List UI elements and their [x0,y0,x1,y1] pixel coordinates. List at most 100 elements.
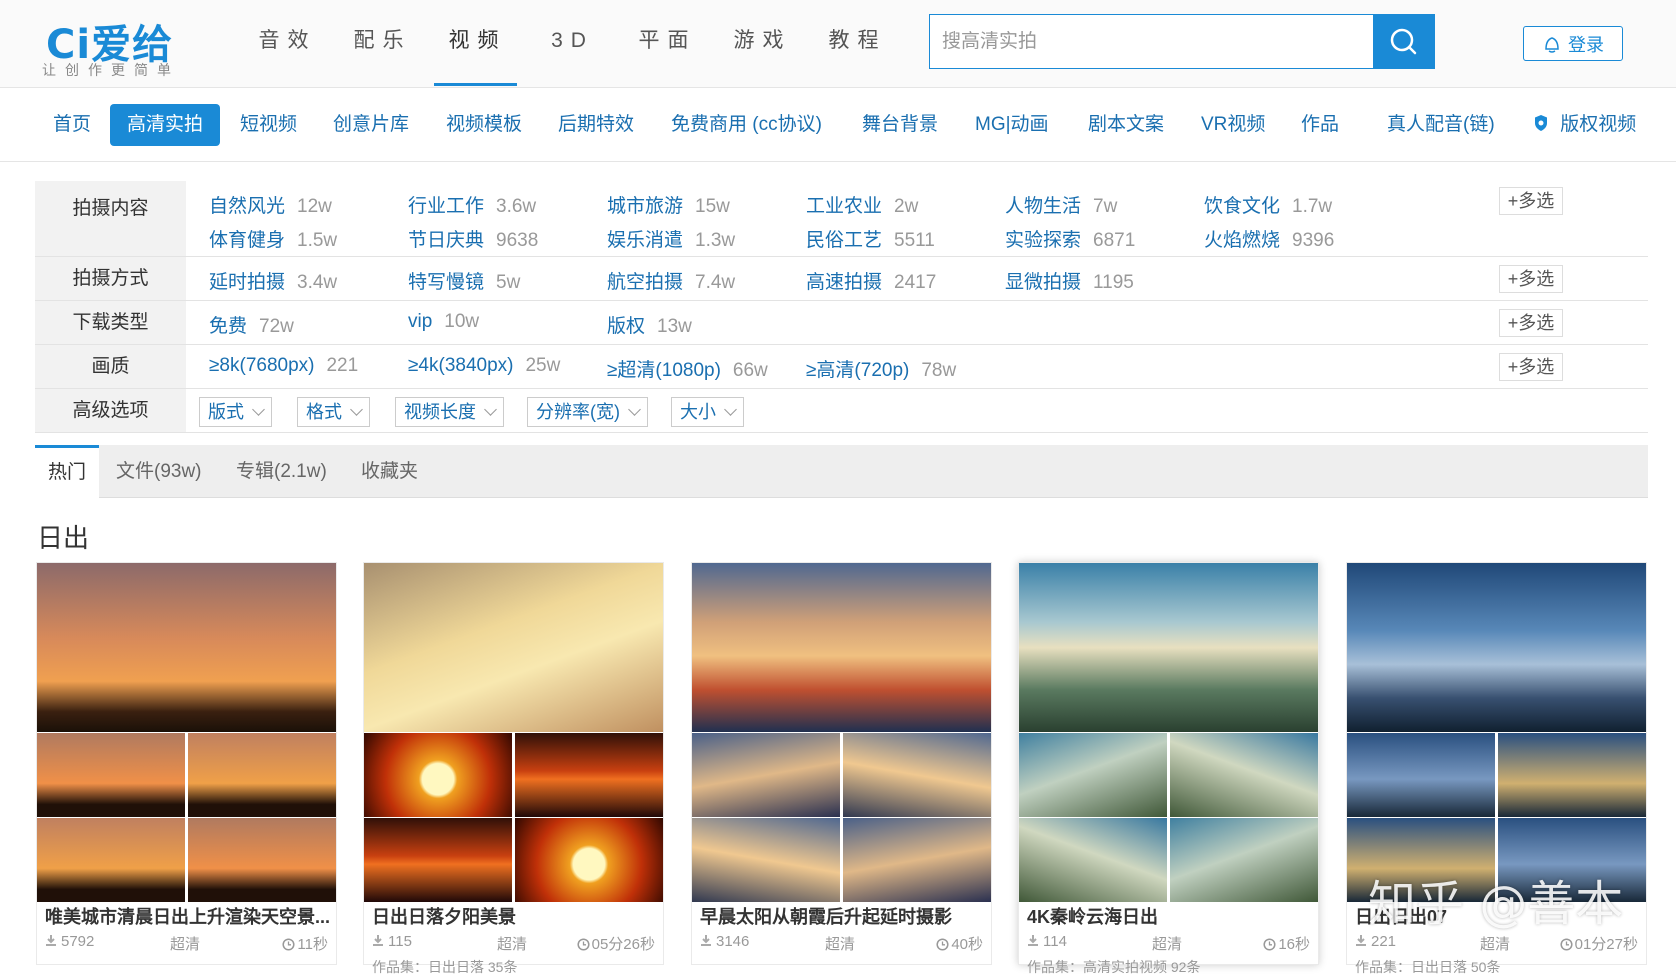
cat-hd-footage[interactable]: 高清实拍 [110,104,221,146]
top-nav-music[interactable]: 配乐 [335,0,430,88]
video-frame [364,818,512,902]
top-nav-sound[interactable]: 音效 [240,0,335,88]
video-meta: 221 超清 01分27秒 [1355,933,1640,953]
video-card[interactable]: 4K秦岭云海日出 114 超清 16秒 作品集：高清实拍视频 92条 [1018,562,1319,975]
filter-option[interactable]: vip 10w [408,311,479,333]
tab-hot[interactable]: 热门 [35,445,99,499]
cat-copyright-video[interactable]: 版权视频 [1516,104,1653,146]
chevron-down-icon [252,403,265,416]
cat-template[interactable]: 视频模板 [429,104,539,146]
cat-home[interactable]: 首页 [36,104,108,146]
video-frame [515,818,663,902]
video-thumbnail[interactable] [692,563,991,732]
cat-stage-bg[interactable]: 舞台背景 [845,104,955,146]
cat-free-commercial[interactable]: 免费商用 (cc协议) [654,104,839,146]
filter-option[interactable]: 饮食文化 1.7w [1204,191,1332,218]
filter-option[interactable]: 延时拍摄 3.4w [209,267,337,294]
cat-script[interactable]: 剧本文案 [1071,104,1181,146]
filter-option[interactable]: 免费 72w [209,311,294,338]
clock-icon [936,938,949,951]
filter-label-download: 下载类型 [35,301,186,344]
filter-option[interactable]: 民俗工艺 5511 [806,225,935,252]
video-thumbnail[interactable] [1019,563,1318,732]
filter-option[interactable]: 实验探索 6871 [1005,225,1135,252]
top-nav-game[interactable]: 游戏 [715,0,810,88]
site-logo[interactable]: Ci爱给 让创作更简单 [42,8,192,80]
dropdown-layout[interactable]: 版式 [199,397,272,427]
filter-option[interactable]: 火焰燃烧 9396 [1204,225,1334,252]
filter-row-download: 下载类型 免费 72w vip 10w 版权 13w +多选 [35,301,1648,345]
filter-option[interactable]: 工业农业 2w [806,191,918,218]
filter-option[interactable]: ≥4k(3840px) 25w [408,355,560,377]
filter-option[interactable]: 节日庆典 9638 [408,225,538,252]
album-info[interactable]: 作品集：日出日落 35条 [372,957,517,977]
search-button[interactable] [1373,14,1435,69]
video-thumbnail[interactable] [37,563,336,732]
search-input[interactable] [929,14,1374,69]
cat-short-video[interactable]: 短视频 [223,104,314,146]
album-info[interactable]: 作品集：日出日落 50条 [1355,957,1500,977]
video-title[interactable]: 唯美城市清晨日出上升渲染天空景... [45,903,330,929]
video-card[interactable]: 早晨太阳从朝霞后升起延时摄影 3146 超清 40秒 [691,562,992,965]
video-thumbnail[interactable] [1347,563,1646,732]
video-card[interactable]: 日出日落夕阳美景 115 超清 05分26秒 作品集：日出日落 35条 [363,562,664,975]
top-nav-graphic[interactable]: 平面 [620,0,715,88]
cat-voice-over[interactable]: 真人配音(链) [1370,104,1512,146]
filter-option[interactable]: 航空拍摄 7.4w [607,267,735,294]
dropdown-format[interactable]: 格式 [297,397,370,427]
chevron-down-icon [628,403,641,416]
filter-option[interactable]: ≥超清(1080p) 66w [607,355,768,382]
dropdown-length[interactable]: 视频长度 [395,397,504,427]
video-meta: 3146 超清 40秒 [700,933,985,953]
filter-option[interactable]: 显微拍摄 1195 [1005,267,1134,294]
top-nav-video[interactable]: 视频 [430,0,525,88]
cat-vr-video[interactable]: VR视频 [1184,104,1282,146]
cat-creative[interactable]: 创意片库 [316,104,426,146]
tab-favorites[interactable]: 收藏夹 [361,445,418,498]
video-thumbnail[interactable] [364,563,663,732]
clock-icon [282,938,295,951]
filter-option[interactable]: 自然风光 12w [209,191,332,218]
top-nav-tutorial[interactable]: 教程 [810,0,905,88]
tab-albums[interactable]: 专辑(2.1w) [236,445,327,498]
duration: 11秒 [282,933,328,954]
download-icon [701,935,711,946]
download-icon [46,935,56,946]
video-title[interactable]: 4K秦岭云海日出 [1027,903,1312,929]
filter-option[interactable]: 人物生活 7w [1005,191,1117,218]
download-icon [373,935,383,946]
top-nav: 音效 配乐 视频 3D 平面 游戏 教程 [240,0,905,88]
tab-files[interactable]: 文件(93w) [116,445,202,498]
video-title[interactable]: 日出日落夕阳美景 [372,903,657,929]
filter-option[interactable]: 高速拍摄 2417 [806,267,936,294]
top-nav-3d[interactable]: 3D [525,0,620,88]
filter-option[interactable]: 行业工作 3.6w [408,191,536,218]
filter-option[interactable]: 版权 13w [607,311,692,338]
multi-select-button[interactable]: +多选 [1499,353,1563,381]
album-info[interactable]: 作品集：高清实拍视频 92条 [1027,957,1200,977]
multi-select-button[interactable]: +多选 [1499,309,1563,337]
dropdown-resolution[interactable]: 分辨率(宽) [527,397,648,427]
multi-select-button[interactable]: +多选 [1499,187,1563,215]
filter-option[interactable]: 特写慢镜 5w [408,267,520,294]
download-icon [1356,935,1366,946]
video-card[interactable]: 唯美城市清晨日出上升渲染天空景... 5792 超清 11秒 [36,562,337,965]
download-icon [1028,935,1038,946]
multi-select-button[interactable]: +多选 [1499,265,1563,293]
quality-badge: 超清 [825,936,856,953]
filter-option[interactable]: ≥8k(7680px) 221 [209,355,358,377]
chevron-down-icon [724,403,737,416]
cat-mg-animation[interactable]: MG|动画 [958,104,1066,146]
video-title[interactable]: 早晨太阳从朝霞后升起延时摄影 [700,903,985,929]
cat-post-effects[interactable]: 后期特效 [541,104,651,146]
filter-option[interactable]: 体育健身 1.5w [209,225,337,252]
filter-option[interactable]: 城市旅游 15w [607,191,730,218]
video-meta: 115 超清 05分26秒 [372,933,657,953]
filter-option[interactable]: 娱乐消遣 1.3w [607,225,735,252]
result-tabs: 热门 文件(93w) 专辑(2.1w) 收藏夹 [35,445,1648,499]
filter-option[interactable]: ≥高清(720p) 78w [806,355,956,382]
dropdown-size[interactable]: 大小 [671,397,744,427]
cat-works[interactable]: 作品 [1284,104,1356,146]
login-button[interactable]: 登录 [1523,26,1623,61]
filter-row-method: 拍摄方式 延时拍摄 3.4w 特写慢镜 5w 航空拍摄 7.4w 高速拍摄 2417 显… [35,257,1648,301]
